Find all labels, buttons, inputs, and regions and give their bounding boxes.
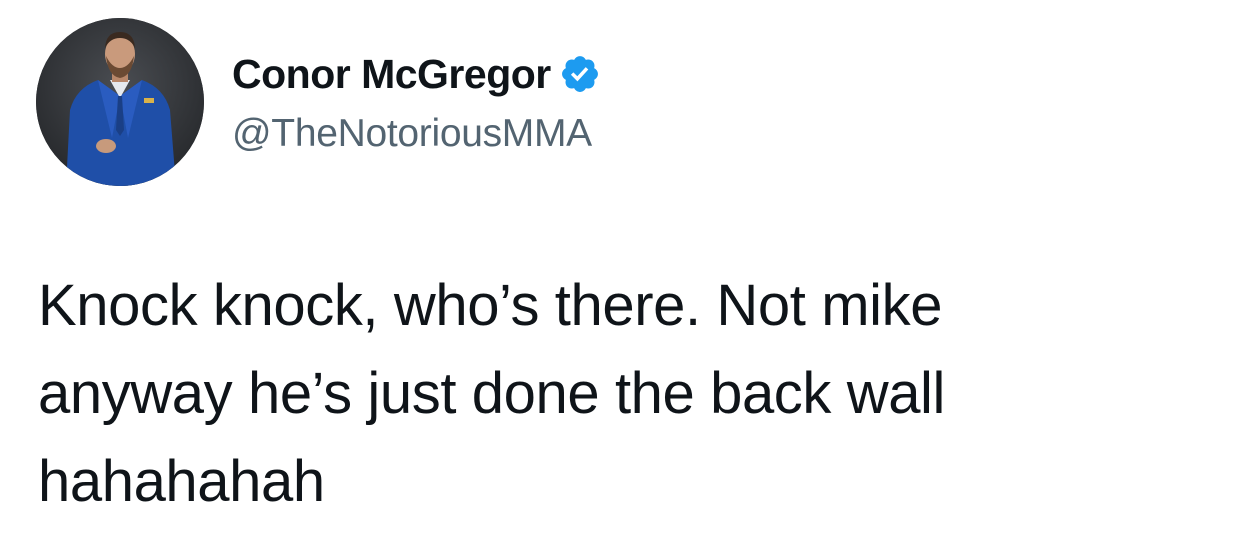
tweet-text-line: hahahahah xyxy=(38,449,325,514)
author-display-name[interactable]: Conor McGregor xyxy=(232,51,551,98)
avatar-photo xyxy=(36,18,204,186)
author-name-row: Conor McGregor xyxy=(232,46,601,102)
tweet-card: Conor McGregor @TheNotoriousMMA Knock kn… xyxy=(0,0,1260,554)
verified-badge-icon xyxy=(559,53,601,95)
tweet-text-line: anyway he’s just done the back wall xyxy=(38,361,946,426)
tweet-text-line: Knock knock, who’s there. Not mike xyxy=(38,273,943,338)
tweet-text: Knock knock, who’s there. Not mike anywa… xyxy=(38,262,1218,526)
author-avatar[interactable] xyxy=(36,18,204,186)
author-handle[interactable]: @TheNotoriousMMA xyxy=(232,112,592,156)
